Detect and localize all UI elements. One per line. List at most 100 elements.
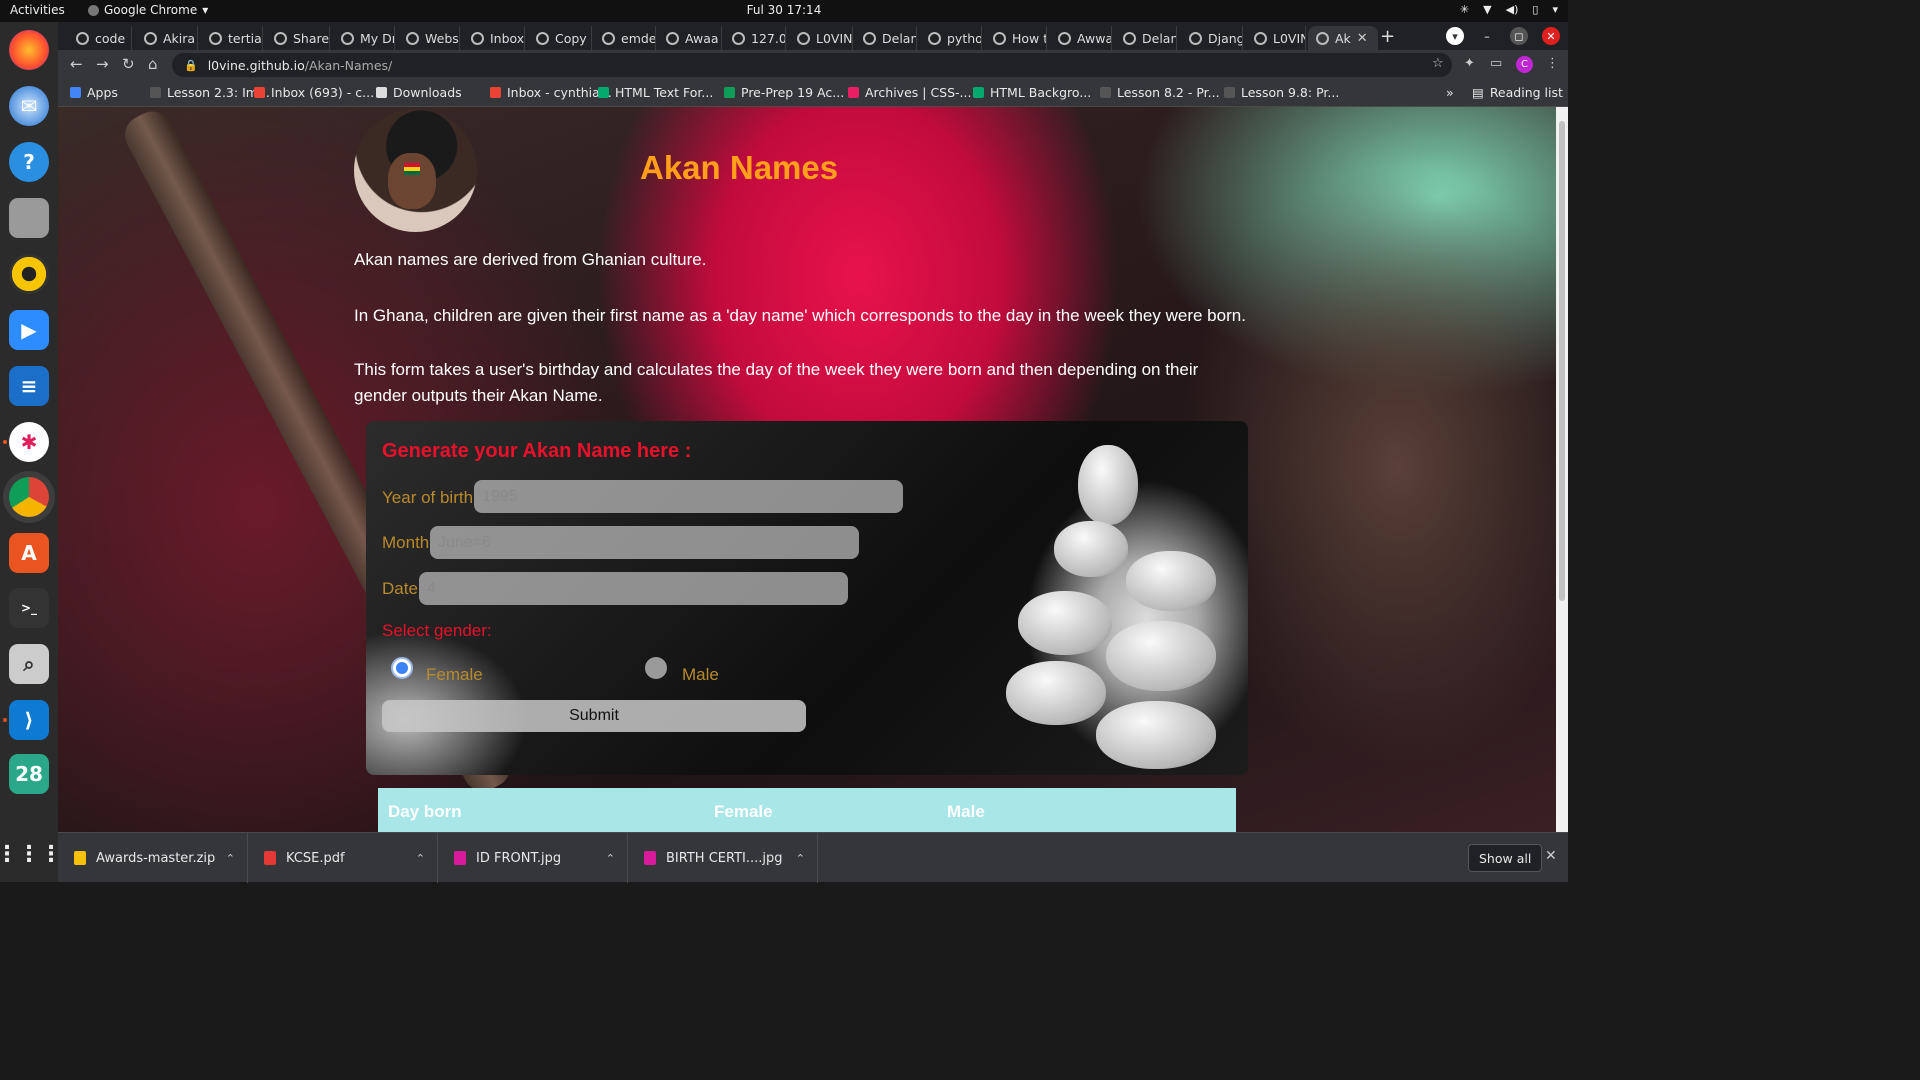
browser-tab[interactable]: Delan bbox=[1115, 26, 1177, 50]
menu-kebab-icon[interactable]: ⋮ bbox=[1546, 56, 1559, 71]
bookmark-item[interactable]: Downloads bbox=[376, 85, 462, 100]
writer-icon[interactable]: ≡ bbox=[9, 366, 49, 406]
forward-icon[interactable]: → bbox=[96, 55, 109, 73]
month-input[interactable] bbox=[430, 526, 859, 559]
male-label[interactable]: Male bbox=[682, 665, 719, 685]
chrome-icon[interactable] bbox=[9, 477, 49, 517]
files-icon[interactable] bbox=[9, 198, 49, 238]
browser-tab[interactable]: emde bbox=[594, 26, 656, 50]
battery-icon[interactable]: ▯ bbox=[1532, 3, 1538, 16]
show-apps-icon[interactable]: ⋮⋮⋮ bbox=[0, 834, 62, 874]
lock-icon[interactable]: 🔒 bbox=[184, 59, 198, 72]
bookmark-item[interactable]: HTML Backgro... bbox=[973, 85, 1091, 100]
bookmark-item[interactable]: Pre-Prep 19 Ac... bbox=[724, 85, 844, 100]
firefox-icon[interactable] bbox=[9, 30, 49, 70]
bookmark-star-icon[interactable]: ☆ bbox=[1432, 56, 1444, 71]
tab-label: Inbox bbox=[490, 30, 525, 46]
reading-list-button[interactable]: ▤ Reading list bbox=[1472, 85, 1563, 100]
download-options-chevron-icon[interactable]: ⌃ bbox=[416, 852, 425, 865]
browser-tab[interactable]: Ak ✕ bbox=[1308, 26, 1378, 50]
browser-tab[interactable]: Akira bbox=[136, 26, 198, 50]
address-path: /Akan-Names/ bbox=[304, 57, 393, 73]
cast-icon[interactable]: ▭ bbox=[1490, 56, 1502, 71]
bookmark-item[interactable]: Lesson 9.8: Pr... bbox=[1224, 85, 1339, 100]
browser-tab[interactable]: Awwa bbox=[1050, 26, 1112, 50]
vscode-icon[interactable]: ⟩ bbox=[9, 700, 49, 740]
download-item[interactable]: ID FRONT.jpg ⌃ bbox=[438, 833, 628, 883]
download-options-chevron-icon[interactable]: ⌃ bbox=[226, 852, 235, 865]
slack-icon[interactable]: ✱ bbox=[9, 422, 49, 462]
back-icon[interactable]: ← bbox=[70, 55, 83, 73]
bookmarks-overflow-icon[interactable]: » bbox=[1446, 85, 1454, 100]
slack-tray-icon[interactable]: ✳ bbox=[1460, 3, 1469, 16]
browser-tab[interactable]: code bbox=[68, 26, 132, 50]
male-radio[interactable] bbox=[645, 657, 667, 679]
browser-tab[interactable]: 127.0 bbox=[724, 26, 786, 50]
browser-tab[interactable]: How t bbox=[985, 26, 1047, 50]
new-tab-button[interactable]: + bbox=[1380, 26, 1395, 47]
browser-tab[interactable]: Share bbox=[266, 26, 330, 50]
scrollbar-thumb[interactable] bbox=[1559, 121, 1565, 601]
zoom-icon[interactable]: ▶ bbox=[9, 310, 49, 350]
submit-button[interactable]: Submit bbox=[382, 700, 806, 732]
browser-tab[interactable]: Awaa bbox=[658, 26, 722, 50]
browser-tab[interactable]: Djang bbox=[1181, 26, 1243, 50]
browser-tab[interactable]: Copy bbox=[528, 26, 592, 50]
terminal-icon[interactable]: >_ bbox=[9, 588, 49, 628]
bookmark-item[interactable]: Apps bbox=[70, 85, 118, 100]
close-download-shelf-icon[interactable]: ✕ bbox=[1545, 848, 1557, 864]
profile-avatar[interactable]: C bbox=[1516, 56, 1533, 73]
clock[interactable]: Ful 30 17:14 bbox=[0, 3, 1568, 17]
date-input[interactable] bbox=[419, 572, 848, 605]
year-input[interactable] bbox=[474, 480, 903, 513]
tab-search-icon[interactable]: ▾ bbox=[1446, 27, 1464, 45]
thunderbird-icon[interactable]: ✉ bbox=[9, 86, 49, 126]
female-radio[interactable] bbox=[391, 657, 413, 679]
bookmark-item[interactable]: Inbox - cynthia... bbox=[490, 85, 612, 100]
wifi-icon[interactable]: ▼ bbox=[1483, 3, 1491, 16]
browser-tab[interactable]: My Dr bbox=[333, 26, 395, 50]
browser-tab[interactable]: Inbox bbox=[463, 26, 525, 50]
close-window-button[interactable]: ✕ bbox=[1542, 27, 1560, 45]
browser-tab[interactable]: Delan bbox=[855, 26, 917, 50]
table-header-day-born: Day born bbox=[388, 802, 462, 821]
show-all-downloads-button[interactable]: Show all bbox=[1468, 844, 1543, 872]
bookmark-item[interactable]: Lesson 2.3: Im... bbox=[150, 85, 270, 100]
download-item[interactable]: KCSE.pdf ⌃ bbox=[248, 833, 438, 883]
download-item[interactable]: BIRTH CERTI....jpg ⌃ bbox=[628, 833, 818, 883]
browser-tab[interactable]: pytho bbox=[920, 26, 982, 50]
help-icon[interactable]: ? bbox=[9, 142, 49, 182]
home-icon[interactable]: ⌂ bbox=[148, 55, 158, 73]
address-bar[interactable]: 🔒 l0vine.github.io/Akan-Names/ bbox=[172, 53, 1452, 77]
download-options-chevron-icon[interactable]: ⌃ bbox=[606, 852, 615, 865]
bookmark-item[interactable]: HTML Text For... bbox=[598, 85, 713, 100]
calendar-icon[interactable]: 28 bbox=[9, 754, 49, 794]
reading-list-label: Reading list bbox=[1489, 85, 1563, 100]
download-item[interactable]: Awards-master.zip ⌃ bbox=[58, 833, 248, 883]
volume-icon[interactable]: ◀) bbox=[1506, 3, 1519, 16]
reload-icon[interactable]: ↻ bbox=[122, 55, 135, 73]
tab-close-icon[interactable]: ✕ bbox=[1357, 31, 1368, 46]
page-scrollbar[interactable] bbox=[1556, 107, 1568, 832]
extensions-icon[interactable]: ✦ bbox=[1464, 56, 1475, 71]
tab-favicon-icon bbox=[797, 31, 810, 45]
system-tray[interactable]: ✳ ▼ ◀) ▯ ▾ bbox=[1460, 3, 1558, 16]
tab-label: How t bbox=[1012, 30, 1047, 46]
rhythmbox-icon[interactable] bbox=[9, 254, 49, 294]
browser-tab[interactable]: L0VIN bbox=[789, 26, 853, 50]
software-center-icon[interactable]: A bbox=[9, 533, 49, 573]
bookmark-item[interactable]: Inbox (693) - c... bbox=[254, 85, 374, 100]
bookmark-item[interactable]: Lesson 8.2 - Pr... bbox=[1100, 85, 1220, 100]
maximize-button[interactable]: ◻ bbox=[1510, 27, 1528, 45]
system-top-bar: Activities Google Chrome ▾ Ful 30 17:14 … bbox=[0, 0, 1568, 22]
minimize-button[interactable]: – bbox=[1478, 27, 1496, 45]
female-label[interactable]: Female bbox=[426, 665, 483, 685]
browser-tab[interactable]: tertia bbox=[201, 26, 263, 50]
magnifier-icon[interactable]: ⌕ bbox=[9, 644, 49, 684]
bookmark-item[interactable]: Archives | CSS-... bbox=[848, 85, 971, 100]
tab-favicon-icon bbox=[1316, 31, 1329, 45]
browser-tab[interactable]: L0VIN bbox=[1246, 26, 1306, 50]
browser-tab[interactable]: Webs bbox=[398, 26, 460, 50]
download-options-chevron-icon[interactable]: ⌃ bbox=[796, 852, 805, 865]
power-menu-icon[interactable]: ▾ bbox=[1552, 3, 1558, 16]
